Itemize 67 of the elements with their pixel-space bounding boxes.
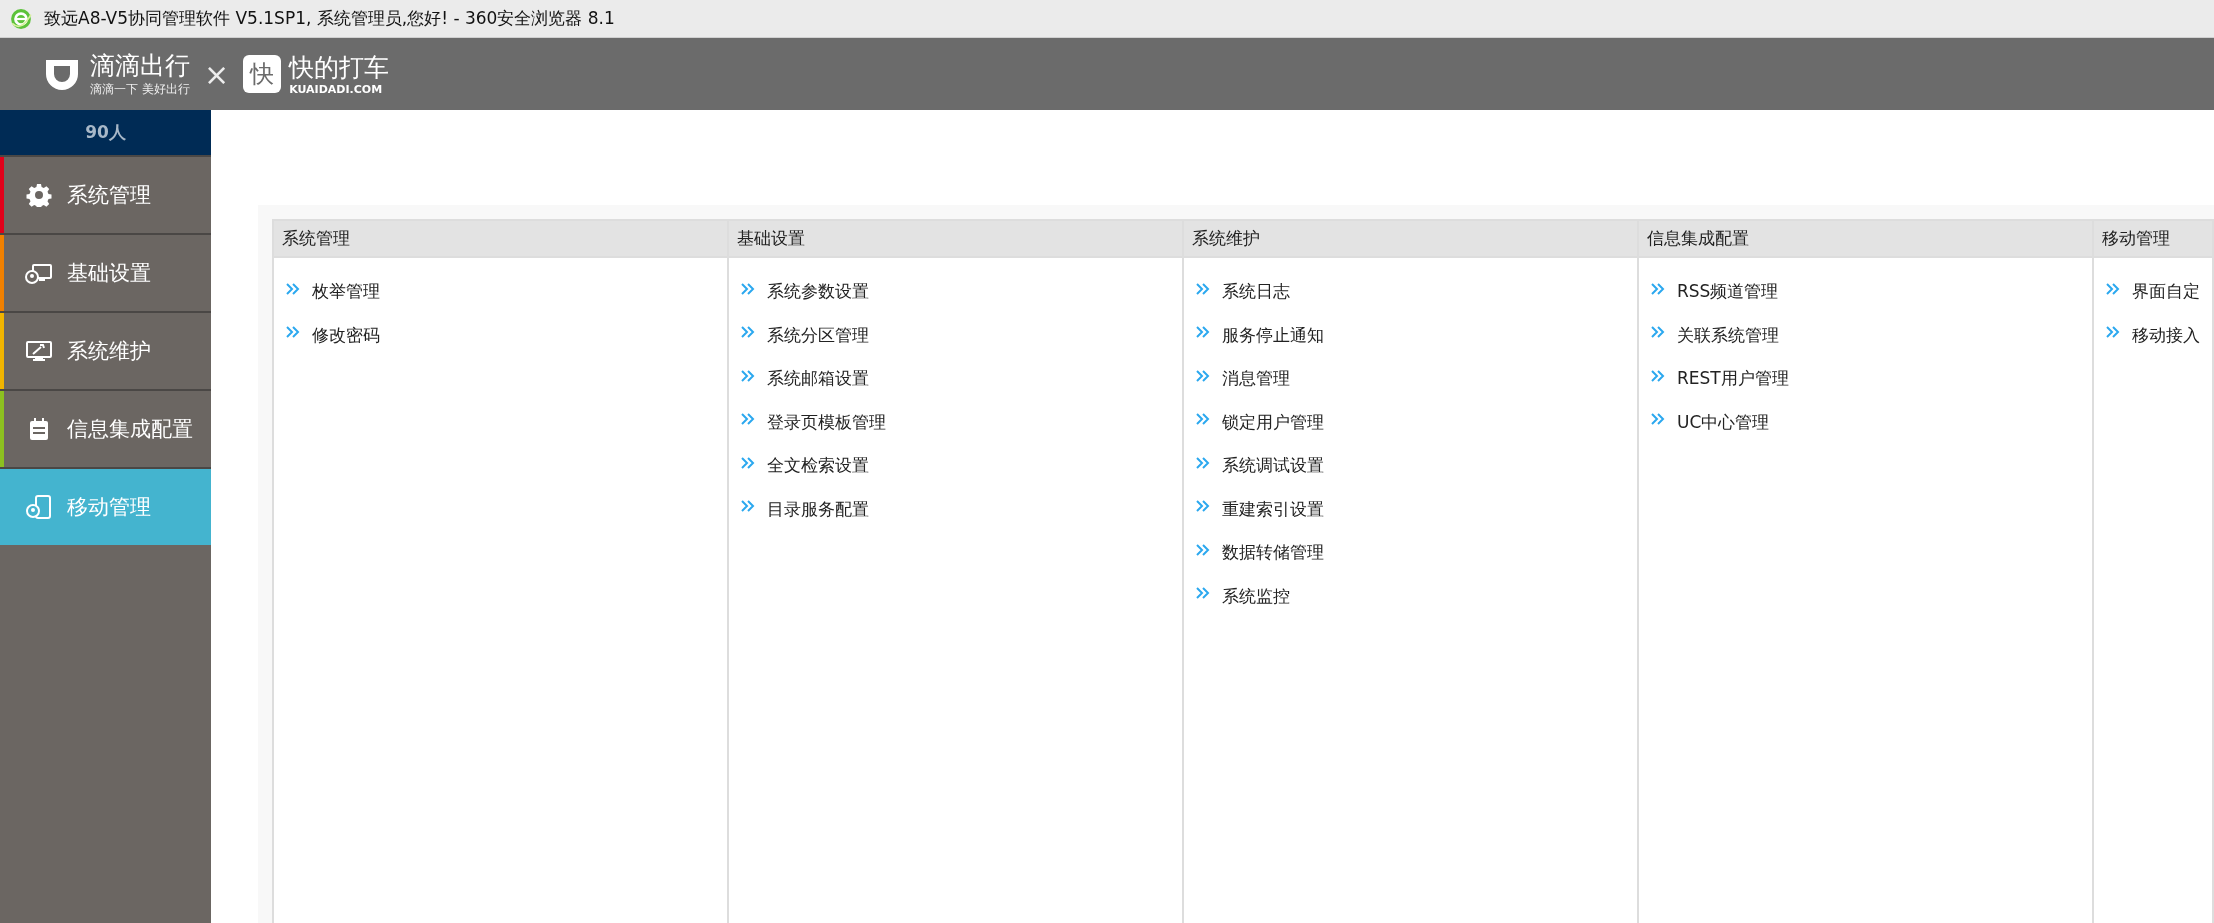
- menu-link[interactable]: UC中心管理: [1651, 400, 2092, 444]
- menu-link[interactable]: 数据转储管理: [1196, 531, 1637, 575]
- menu-link[interactable]: 移动接入: [2106, 313, 2212, 357]
- double-chevron-icon: [1196, 456, 1210, 469]
- double-chevron-icon: [2106, 326, 2120, 339]
- menu-link[interactable]: 锁定用户管理: [1196, 400, 1637, 444]
- sidebar-label: 基础设置: [67, 260, 151, 287]
- double-chevron-icon: [741, 456, 755, 469]
- settings-icon: [25, 183, 53, 207]
- separator-text: ×: [204, 56, 230, 92]
- logo-slogan: 滴滴一下 美好出行: [90, 80, 190, 98]
- double-chevron-icon: [1196, 369, 1210, 382]
- double-chevron-icon: [1651, 369, 1665, 382]
- monitor-user-icon: [25, 261, 53, 285]
- menu-link[interactable]: 系统分区管理: [741, 313, 1182, 357]
- double-chevron-icon: [741, 326, 755, 339]
- double-chevron-icon: [1196, 500, 1210, 513]
- menu-link[interactable]: REST用户管理: [1651, 357, 2092, 401]
- sidebar-label: 系统管理: [67, 182, 151, 209]
- double-chevron-icon: [741, 413, 755, 426]
- menu-link[interactable]: 系统邮箱设置: [741, 357, 1182, 401]
- menu-link[interactable]: 重建索引设置: [1196, 487, 1637, 531]
- browser-icon: [10, 7, 32, 30]
- double-chevron-icon: [286, 282, 300, 295]
- column-heading: 移动管理: [2094, 221, 2212, 258]
- menu-link[interactable]: 修改密码: [286, 313, 727, 357]
- user-count: 90人: [0, 110, 211, 155]
- menu-link[interactable]: 关联系统管理: [1651, 313, 2092, 357]
- logo-domain: KUAIDADI.COM: [289, 82, 384, 96]
- menu-link[interactable]: 目录服务配置: [741, 487, 1182, 531]
- column-heading: 系统维护: [1184, 221, 1637, 258]
- double-chevron-icon: [1196, 413, 1210, 426]
- column-heading: 信息集成配置: [1639, 221, 2092, 258]
- menu-link[interactable]: 系统调试设置: [1196, 444, 1637, 488]
- sidebar-label: 系统维护: [67, 338, 151, 365]
- monitor-wrench-icon: [25, 339, 53, 363]
- sidebar-label: 信息集成配置: [67, 416, 193, 443]
- double-chevron-icon: [1196, 326, 1210, 339]
- menu-link[interactable]: 枚举管理: [286, 270, 727, 314]
- window-title: 致远A8-V5协同管理软件 V5.1SP1, 系统管理员,您好! - 360安全浏览器 8.1: [44, 7, 615, 30]
- menu-link[interactable]: 系统参数设置: [741, 270, 1182, 314]
- double-chevron-icon: [741, 500, 755, 513]
- menu-link[interactable]: 登录页模板管理: [741, 400, 1182, 444]
- double-chevron-icon: [1651, 282, 1665, 295]
- double-chevron-icon: [1651, 326, 1665, 339]
- logo-mark: 快: [243, 55, 282, 93]
- double-chevron-icon: [2106, 282, 2120, 295]
- menu-link[interactable]: 界面自定: [2106, 270, 2212, 314]
- sidebar-label: 移动管理: [67, 494, 151, 521]
- double-chevron-icon: [286, 326, 300, 339]
- column-heading: 系统管理: [274, 221, 727, 258]
- double-chevron-icon: [1196, 543, 1210, 556]
- column-heading: 基础设置: [729, 221, 1182, 258]
- double-chevron-icon: [741, 282, 755, 295]
- double-chevron-icon: [1651, 413, 1665, 426]
- mobile-user-icon: [25, 495, 53, 519]
- menu-link[interactable]: 系统监控: [1196, 574, 1637, 618]
- double-chevron-icon: [741, 369, 755, 382]
- double-chevron-icon: [1196, 282, 1210, 295]
- menu-link[interactable]: 服务停止通知: [1196, 313, 1637, 357]
- logo-name: 滴滴出行: [90, 50, 190, 81]
- menu-link[interactable]: 消息管理: [1196, 357, 1637, 401]
- menu-link[interactable]: RSS频道管理: [1651, 270, 2092, 314]
- menu-link[interactable]: 系统日志: [1196, 270, 1637, 314]
- logo-name: 快的打车: [289, 52, 390, 83]
- double-chevron-icon: [1196, 587, 1210, 600]
- menu-link[interactable]: 全文检索设置: [741, 444, 1182, 488]
